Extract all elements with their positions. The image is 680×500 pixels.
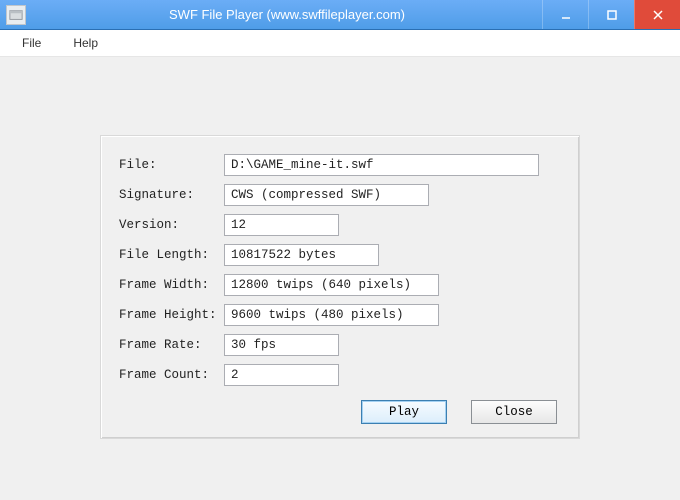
value-frame-width[interactable]: 12800 twips (640 pixels)	[224, 274, 439, 296]
label-frame-rate: Frame Rate:	[119, 338, 224, 352]
menubar: File Help	[0, 30, 680, 57]
label-frame-count: Frame Count:	[119, 368, 224, 382]
titlebar: SWF File Player (www.swffileplayer.com)	[0, 0, 680, 30]
value-frame-rate[interactable]: 30 fps	[224, 334, 339, 356]
maximize-button[interactable]	[588, 0, 634, 29]
value-file[interactable]: D:\GAME_mine-it.swf	[224, 154, 539, 176]
close-window-button[interactable]	[634, 0, 680, 29]
value-version[interactable]: 12	[224, 214, 339, 236]
close-button[interactable]: Close	[471, 400, 557, 424]
menu-file[interactable]: File	[18, 34, 45, 52]
value-file-length[interactable]: 10817522 bytes	[224, 244, 379, 266]
app-icon	[6, 5, 26, 25]
play-button[interactable]: Play	[361, 400, 447, 424]
value-frame-count[interactable]: 2	[224, 364, 339, 386]
value-signature[interactable]: CWS (compressed SWF)	[224, 184, 429, 206]
client-area: File: D:\GAME_mine-it.swf Signature: CWS…	[0, 57, 680, 500]
label-file: File:	[119, 158, 224, 172]
minimize-button[interactable]	[542, 0, 588, 29]
label-file-length: File Length:	[119, 248, 224, 262]
label-signature: Signature:	[119, 188, 224, 202]
label-frame-height: Frame Height:	[119, 308, 224, 322]
menu-help[interactable]: Help	[69, 34, 102, 52]
label-frame-width: Frame Width:	[119, 278, 224, 292]
value-frame-height[interactable]: 9600 twips (480 pixels)	[224, 304, 439, 326]
properties-groupbox: File: D:\GAME_mine-it.swf Signature: CWS…	[100, 135, 580, 439]
label-version: Version:	[119, 218, 224, 232]
window-title: SWF File Player (www.swffileplayer.com)	[32, 7, 542, 22]
